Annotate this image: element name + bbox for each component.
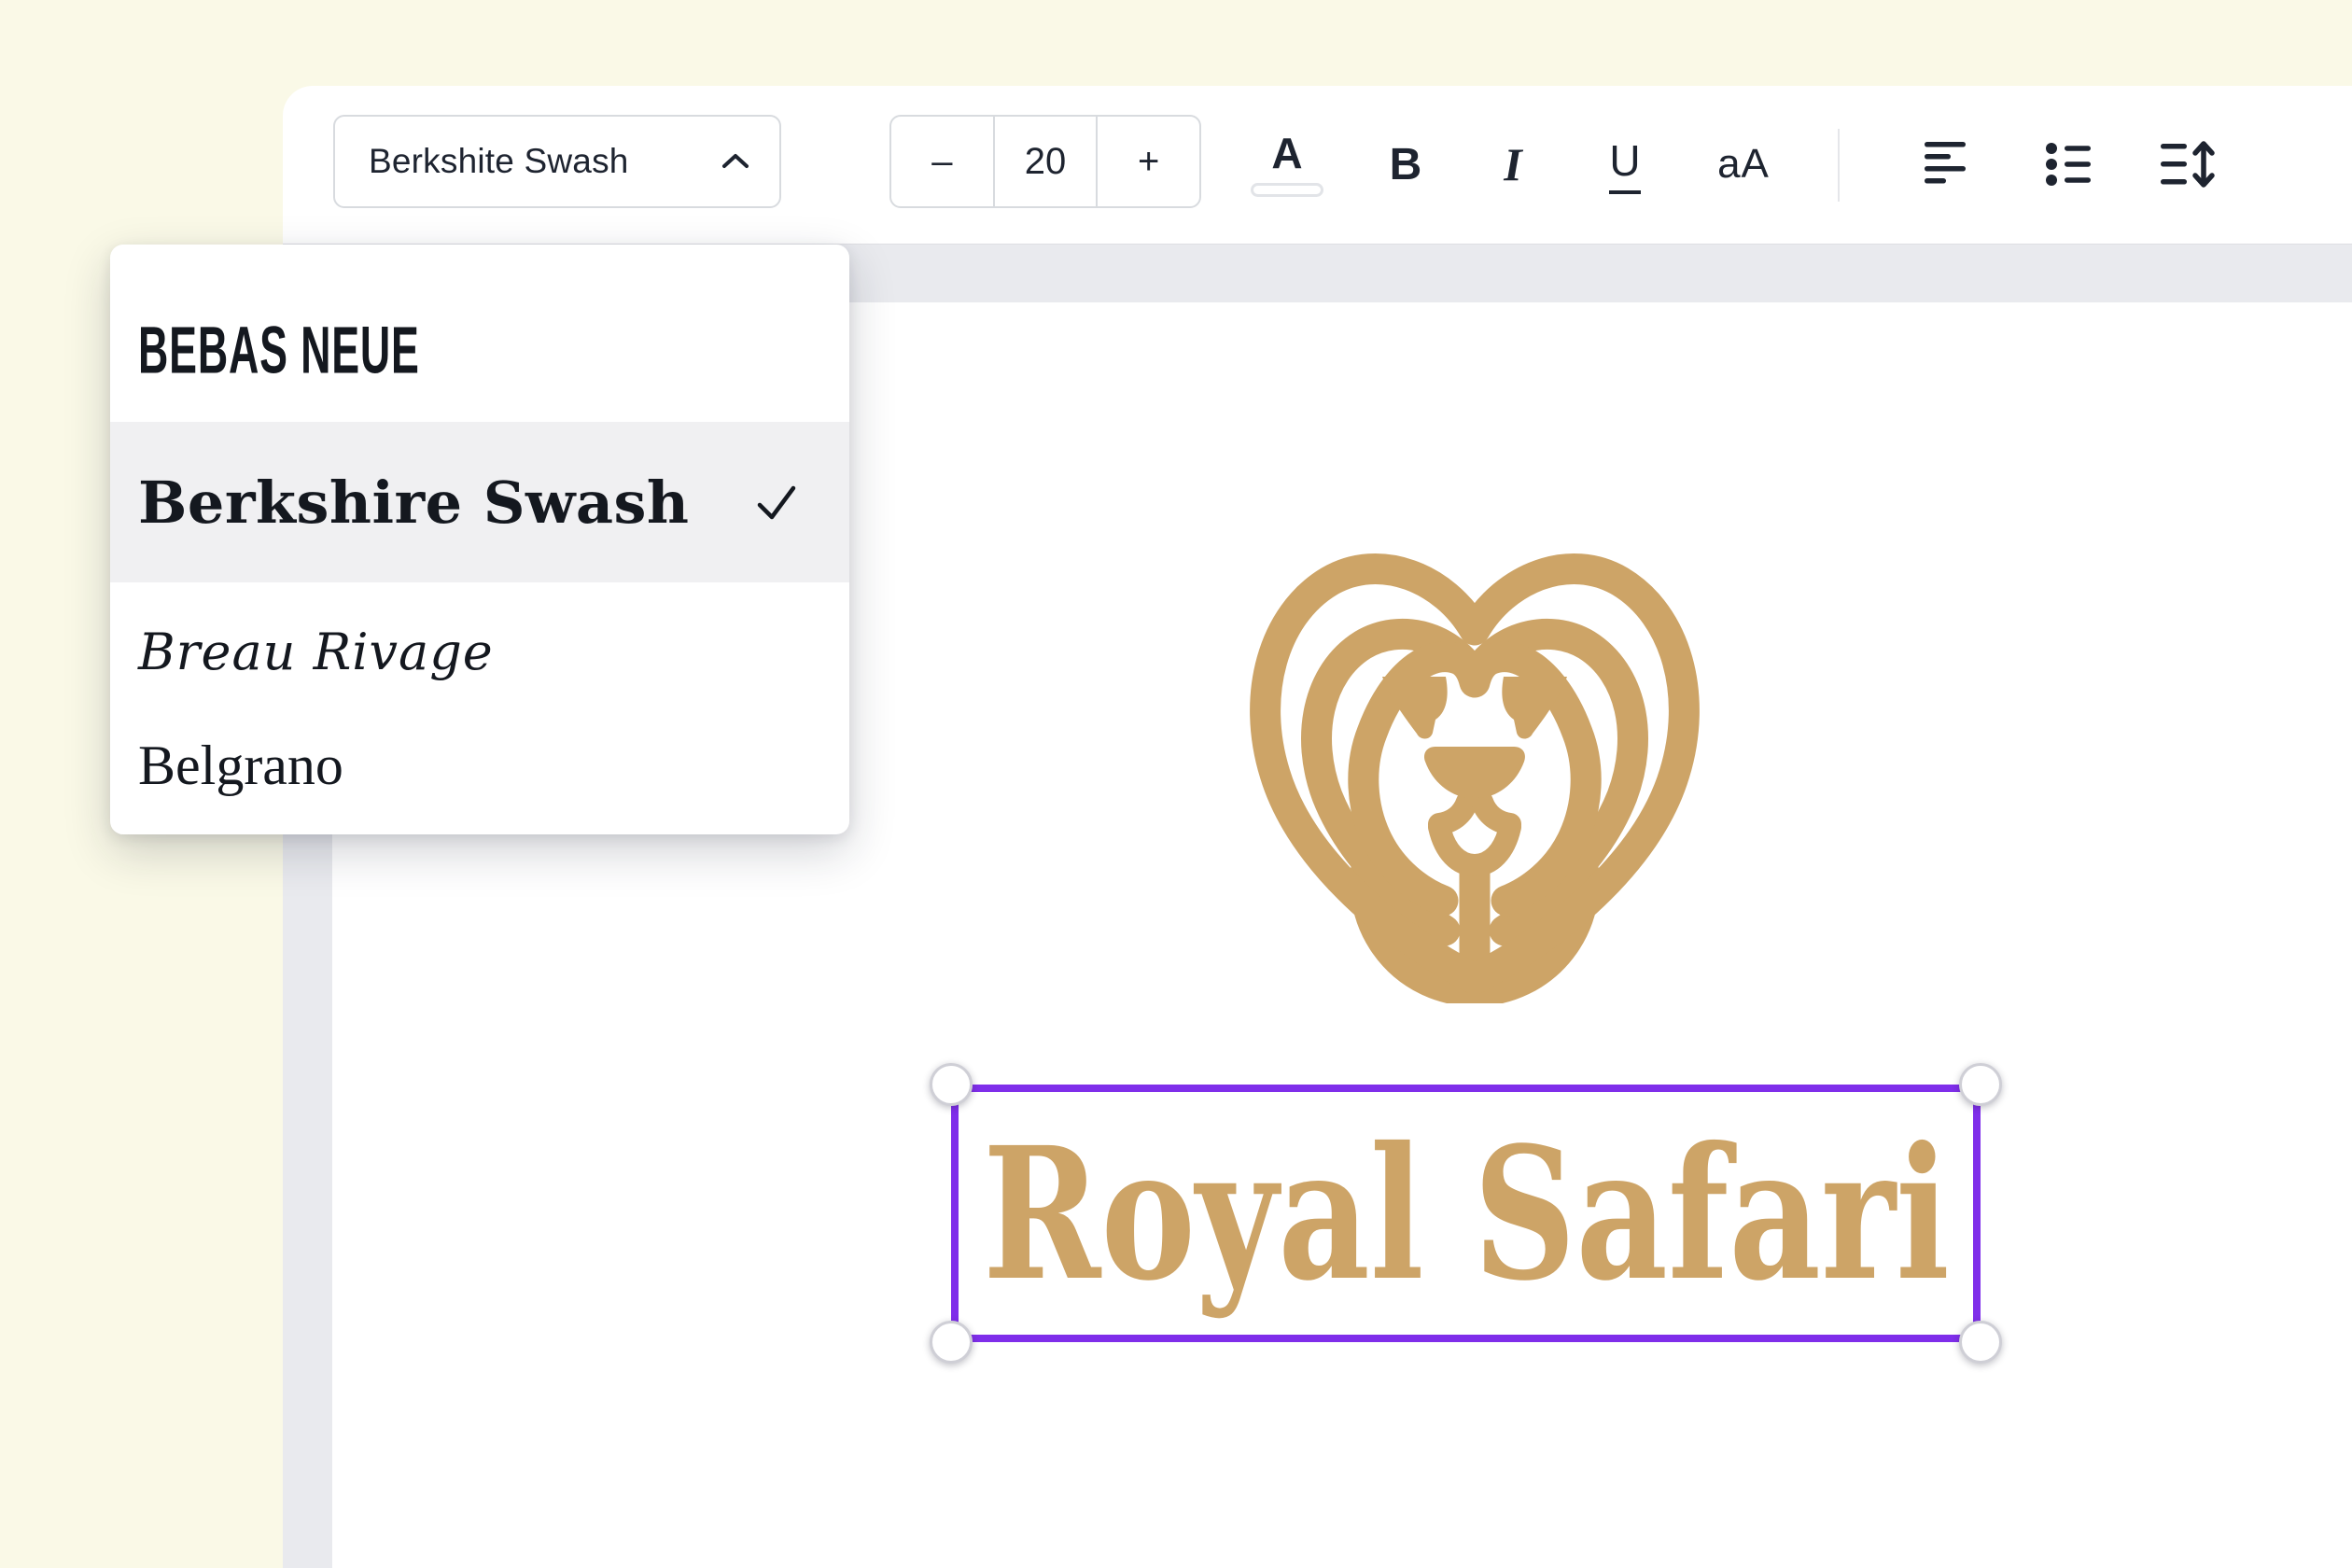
font-option-berkshire-swash[interactable]: Berkshire Swash [110, 422, 849, 582]
toolbar-divider [1838, 129, 1840, 202]
bullet-list-icon [2046, 141, 2094, 188]
font-option-breau-rivage[interactable]: Breau Rivage [110, 594, 849, 709]
text-align-button[interactable] [1902, 118, 1995, 211]
font-selector-label: Berkshite Swash [369, 142, 629, 181]
text-case-button[interactable]: aA [1687, 118, 1799, 211]
canvas-text[interactable]: Royal Safari [983, 1123, 1950, 1305]
text-element-selection[interactable]: Royal Safari [951, 1085, 1981, 1342]
underline-icon: U [1609, 135, 1640, 194]
check-icon [750, 476, 803, 528]
font-option-belgrano[interactable]: Belgrano [110, 709, 849, 821]
font-option-label: Belgrano [138, 734, 343, 798]
lion-logo[interactable] [1232, 518, 1717, 1003]
font-selector-button[interactable]: Berkshite Swash [333, 115, 781, 208]
selection-handle-top-right[interactable] [1959, 1063, 2002, 1106]
font-option-label: Breau Rivage [138, 623, 494, 681]
selection-handle-bottom-right[interactable] [1959, 1321, 2002, 1364]
underline-button[interactable]: U [1580, 118, 1670, 211]
italic-button[interactable]: I [1468, 118, 1558, 211]
font-section-header: BEBAS NEUE [138, 304, 849, 394]
chevron-up-icon [720, 150, 751, 173]
editor-stage: Berkshite Swash – 20 + A B I U aA [0, 0, 2352, 1568]
font-section-header-label: BEBAS NEUE [138, 310, 420, 387]
line-spacing-button[interactable] [2142, 118, 2235, 211]
line-spacing-icon [2161, 140, 2217, 189]
text-color-icon: A [1271, 132, 1302, 175]
align-left-icon [1925, 141, 1973, 188]
selection-handle-top-left[interactable] [930, 1063, 973, 1106]
font-size-stepper: – 20 + [889, 115, 1201, 208]
text-toolbar: Berkshite Swash – 20 + A B I U aA [283, 86, 2352, 244]
font-size-decrease-button[interactable]: – [891, 117, 993, 206]
font-size-increase-button[interactable]: + [1098, 117, 1199, 206]
text-color-button[interactable]: A [1244, 118, 1330, 211]
bullet-list-button[interactable] [2023, 118, 2117, 211]
text-color-swatch [1251, 183, 1323, 197]
italic-icon: I [1504, 137, 1521, 191]
text-case-icon: aA [1717, 141, 1770, 188]
selection-handle-bottom-left[interactable] [930, 1321, 973, 1364]
font-dropdown-menu: BEBAS NEUE Berkshire Swash Breau Rivage … [110, 245, 849, 834]
bold-button[interactable]: B [1361, 118, 1450, 211]
font-option-label: Berkshire Swash [138, 469, 690, 537]
font-size-value[interactable]: 20 [993, 117, 1099, 206]
bold-icon: B [1390, 139, 1422, 190]
